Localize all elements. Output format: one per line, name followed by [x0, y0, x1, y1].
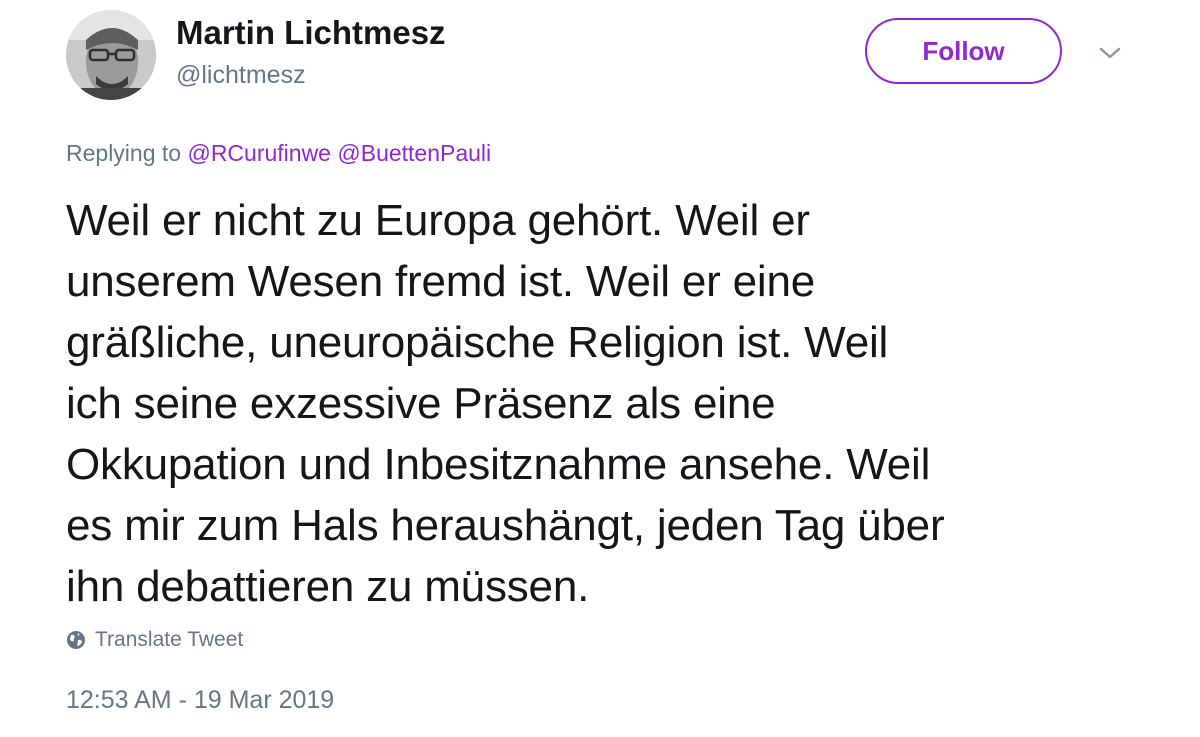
translate-tweet-link[interactable]: Translate Tweet [66, 628, 243, 652]
author-handle[interactable]: @lichtmesz [176, 61, 306, 90]
tweet-text: Weil er nicht zu Europa gehört. Weil er … [66, 190, 1176, 617]
follow-button[interactable]: Follow [865, 18, 1062, 84]
author-display-name[interactable]: Martin Lichtmesz [176, 14, 446, 52]
chevron-down-icon[interactable] [1098, 44, 1122, 62]
tweet-text-line: es mir zum Hals heraushängt, jeden Tag ü… [66, 501, 945, 550]
tweet-card: Martin Lichtmesz @lichtmesz Follow Reply… [0, 0, 1200, 737]
translate-label: Translate Tweet [95, 628, 244, 651]
tweet-text-line: unserem Wesen fremd ist. Weil er eine [66, 257, 816, 306]
tweet-text-line: ihn debattieren zu müssen. [66, 562, 590, 611]
tweet-timestamp[interactable]: 12:53 AM - 19 Mar 2019 [66, 686, 334, 715]
reply-context: Replying to @RCurufinwe @BuettenPauli [66, 140, 491, 167]
reply-prefix: Replying to [66, 140, 182, 166]
tweet-text-line: Okkupation und Inbesitznahme ansehe. Wei… [66, 440, 931, 489]
tweet-text-line: gräßliche, uneuropäische Religion ist. W… [66, 318, 889, 367]
tweet-text-line: Weil er nicht zu Europa gehört. Weil er [66, 196, 810, 245]
avatar-photo [66, 10, 156, 100]
globe-icon [67, 631, 85, 649]
mention-link[interactable]: @BuettenPauli [337, 140, 491, 166]
tweet-text-line: ich seine exzessive Präsenz als eine [66, 379, 776, 428]
avatar[interactable] [66, 10, 156, 100]
mention-link[interactable]: @RCurufinwe [187, 140, 331, 166]
